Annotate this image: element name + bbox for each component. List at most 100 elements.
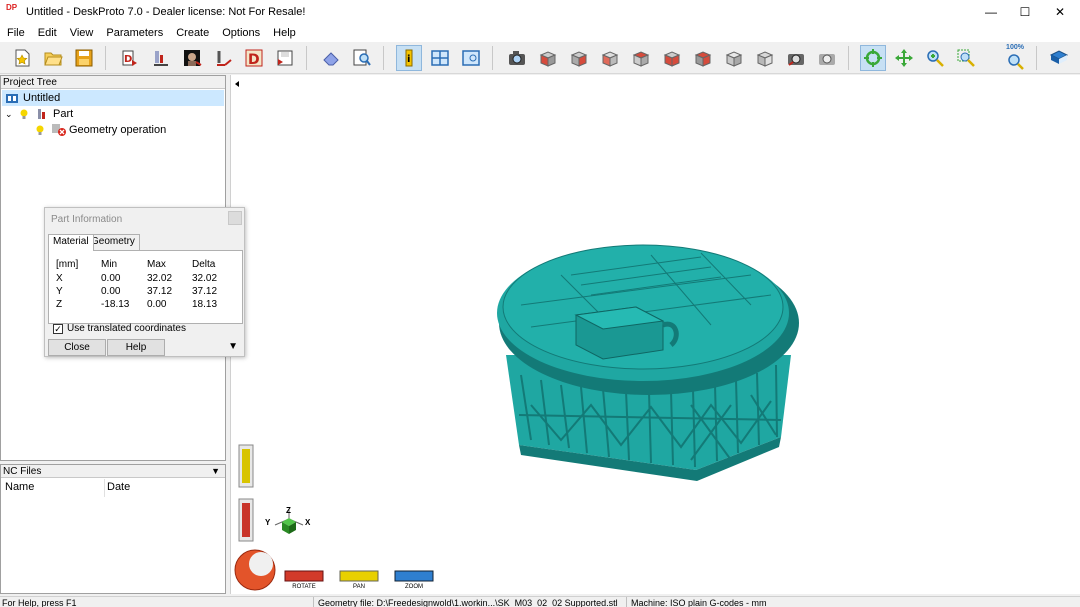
menu-create[interactable]: Create (169, 27, 215, 39)
collapse-arrow-icon[interactable]: ⌄ (5, 109, 15, 120)
column-header-name[interactable]: Name (5, 481, 34, 493)
camera-back-icon (819, 54, 835, 65)
open-project-button[interactable] (40, 45, 66, 71)
import-wizard-icon: D (122, 50, 137, 66)
menu-options[interactable]: Options (215, 27, 266, 39)
row-max: 37.12 (147, 286, 173, 297)
window-grid-icon (431, 50, 449, 66)
show-info-button[interactable]: i (396, 45, 422, 71)
view-right-button[interactable] (628, 45, 654, 71)
svg-text:i: i (407, 54, 410, 65)
tab-material[interactable]: Material (48, 234, 94, 251)
pan-view-button[interactable] (891, 45, 917, 71)
dropdown-arrow-icon[interactable]: ▼ (211, 465, 220, 478)
menu-file[interactable]: File (0, 27, 31, 39)
zoom-mini-button[interactable] (394, 570, 434, 582)
view-top-button[interactable] (659, 45, 685, 71)
view-front-button[interactable] (535, 45, 561, 71)
view-back-button[interactable] (566, 45, 592, 71)
geometry-wizard-button[interactable] (148, 45, 174, 71)
3d-viewport[interactable]: ROTATE PAN ZOOM Z Y X (230, 75, 1080, 594)
lightbulb-icon[interactable] (19, 108, 29, 120)
model-canvas[interactable] (231, 75, 1080, 594)
svg-text:D: D (248, 52, 260, 68)
book-icon (1049, 50, 1069, 64)
export-button[interactable] (272, 45, 298, 71)
zoom-window-button[interactable] (953, 45, 979, 71)
column-header-date[interactable]: Date (107, 481, 130, 493)
minimize-button[interactable]: — (974, 0, 1008, 24)
checkmark-icon[interactable]: ✓ (53, 323, 63, 334)
status-geometry-file: Geometry file: D:\Freedesignwold\1.worki… (318, 598, 618, 607)
save-project-button[interactable] (71, 45, 97, 71)
view-iso2-button[interactable] (752, 45, 778, 71)
view-previous-button[interactable] (814, 45, 840, 71)
manual-button[interactable] (1046, 45, 1072, 71)
vector-wizard-button[interactable] (210, 45, 236, 71)
cube-iso-icon (725, 51, 743, 67)
row-delta: 32.02 (192, 273, 218, 284)
tree-item-label: Part (53, 108, 74, 120)
3d-model[interactable] (497, 244, 799, 481)
rotate-view-button[interactable] (860, 45, 886, 71)
zoom-window-icon (957, 49, 975, 67)
tree-item-label: Geometry operation (69, 124, 167, 136)
tree-item-project[interactable]: Untitled (2, 90, 224, 106)
bitmap-wizard-button[interactable] (179, 45, 205, 71)
menu-edit[interactable]: Edit (31, 27, 63, 39)
collapse-panel-arrow-icon[interactable] (235, 81, 239, 87)
view-left-button[interactable] (597, 45, 623, 71)
deskproto-window: DP Untitled - DeskProto 7.0 - Dealer lic… (0, 0, 1080, 607)
eraser-icon (323, 52, 339, 66)
cube-left-icon (601, 51, 619, 67)
menu-view[interactable]: View (63, 27, 100, 39)
svg-text:D: D (124, 54, 132, 65)
help-button[interactable]: Help (107, 339, 165, 356)
view-home-button[interactable] (783, 45, 809, 71)
dialog-title: Part Information (51, 214, 123, 225)
close-button[interactable]: Close (48, 339, 106, 356)
nc-files-header[interactable]: NC Files ▼ (1, 465, 225, 478)
cube-front-icon (539, 51, 557, 67)
maximize-button[interactable]: ☐ (1008, 0, 1042, 24)
drawing-wizard-button[interactable]: D (241, 45, 267, 71)
cube-bottom-icon (694, 51, 712, 67)
magnifier-doc-icon (353, 49, 371, 66)
zoom-in-button[interactable] (922, 45, 948, 71)
checkbox-label: Use translated coordinates (67, 323, 186, 334)
floppy-disk-icon (75, 49, 93, 67)
row-min: -18.13 (101, 299, 130, 310)
axis-z-label: Z (286, 506, 291, 515)
dialog-close-icon[interactable] (228, 211, 242, 225)
expand-arrow-icon[interactable]: ▼ (228, 341, 238, 352)
use-translated-coordinates-checkbox[interactable]: ✓ Use translated coordinates (53, 323, 186, 334)
tree-item-geometry-operation[interactable]: Geometry operation (35, 122, 166, 138)
window-panel-icon (462, 50, 480, 66)
inspect-button[interactable] (349, 45, 375, 71)
snapshot-button[interactable] (504, 45, 530, 71)
menu-parameters[interactable]: Parameters (99, 27, 169, 39)
tab-geometry[interactable]: Geometry (86, 234, 140, 250)
bitmap-portrait-icon (184, 50, 202, 66)
show-toolpath-button[interactable] (458, 45, 484, 71)
menu-bar: File Edit View Parameters Create Options… (0, 24, 1080, 42)
menu-help[interactable]: Help (266, 27, 302, 39)
part-icon (38, 109, 45, 119)
lightbulb-icon[interactable] (35, 124, 45, 136)
layout-view-button[interactable] (427, 45, 453, 71)
status-bar: For Help, press F1 Geometry file: D:\Fre… (0, 596, 1080, 607)
zoom-label: ZOOM (405, 584, 423, 590)
row-axis: Y (56, 286, 63, 297)
new-project-button[interactable] (9, 45, 35, 71)
view-iso1-button[interactable] (721, 45, 747, 71)
close-window-button[interactable]: ✕ (1043, 0, 1077, 24)
rotate-mini-button[interactable] (284, 570, 324, 582)
row-max: 32.02 (147, 273, 173, 284)
zoom-fit-button[interactable]: 100% (1002, 44, 1028, 71)
import-geometry-button[interactable]: D (117, 45, 143, 71)
part-info-toolbar-button[interactable] (318, 45, 344, 71)
new-file-icon (15, 49, 30, 67)
view-bottom-button[interactable] (690, 45, 716, 71)
pan-mini-button[interactable] (339, 570, 379, 582)
tree-item-part[interactable]: ⌄ Part (5, 106, 73, 122)
